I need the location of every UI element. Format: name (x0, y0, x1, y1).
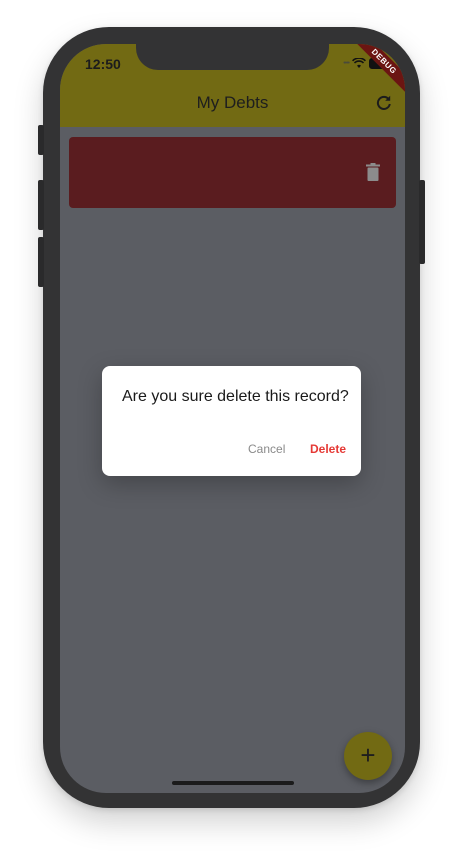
cancel-button[interactable]: Cancel (248, 442, 285, 456)
notch (136, 44, 329, 70)
app-bar: 12:50 •••• My Debts DEBUG (60, 44, 405, 127)
wifi-icon (352, 57, 366, 68)
volume-up-button (38, 180, 44, 230)
app-screen: 12:50 •••• My Debts DEBUG Are you sure d… (60, 44, 405, 793)
power-button (419, 180, 425, 264)
confirm-delete-dialog: Are you sure delete this record? Cancel … (102, 366, 361, 476)
volume-down-button (38, 237, 44, 287)
signal-icon: •••• (343, 59, 350, 67)
home-indicator (172, 781, 294, 785)
refresh-icon[interactable] (375, 94, 393, 112)
app-title: My Debts (196, 93, 269, 112)
delete-button[interactable]: Delete (310, 442, 346, 456)
debt-record-card[interactable] (69, 137, 396, 208)
status-time: 12:50 (85, 56, 121, 72)
dialog-message: Are you sure delete this record? (122, 388, 349, 405)
add-debt-button[interactable]: + (344, 732, 392, 780)
trash-icon[interactable] (366, 163, 380, 181)
silent-switch (38, 125, 44, 155)
